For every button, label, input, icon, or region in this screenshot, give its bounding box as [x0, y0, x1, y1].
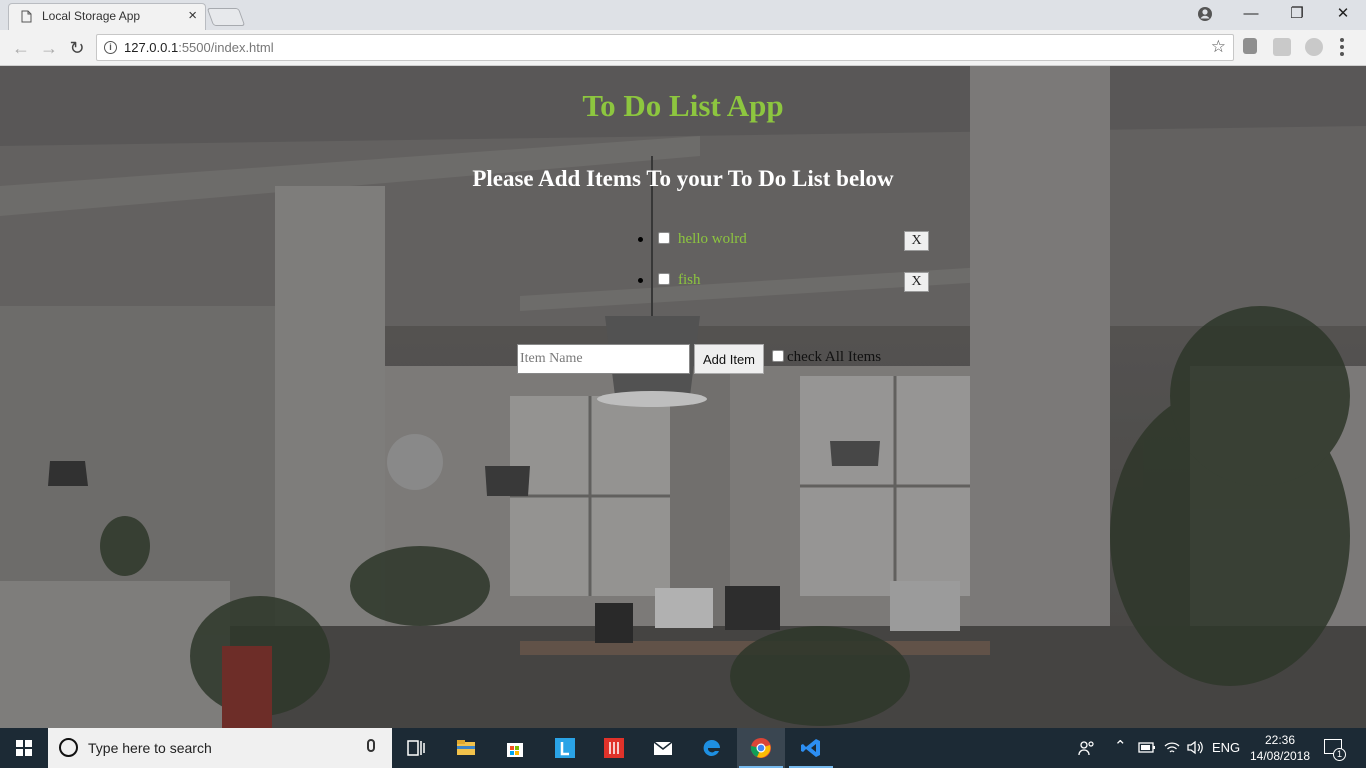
close-window-button[interactable]: ✕ [1320, 0, 1366, 30]
page-icon [21, 10, 32, 23]
taskbar-search-placeholder: Type here to search [88, 740, 212, 756]
taskbar-search-box[interactable]: Type here to search [48, 728, 392, 768]
address-bar[interactable]: i 127.0.0.1:5500/index.html ☆ [96, 34, 1234, 61]
extension-circle-icon[interactable] [1305, 38, 1323, 56]
task-view-button[interactable] [392, 728, 440, 768]
url-host: 127.0.0.1 [124, 40, 179, 55]
todo-item-label: hello wolrd [678, 231, 747, 247]
store-button[interactable] [491, 728, 539, 768]
chrome-button[interactable] [737, 728, 785, 768]
file-explorer-button[interactable] [442, 728, 490, 768]
info-icon[interactable]: i [104, 41, 117, 54]
language-indicator[interactable]: ENG [1212, 740, 1240, 755]
page-viewport: To Do List App Please Add Items To your … [0, 66, 1366, 728]
url-path: :5500/index.html [178, 40, 274, 55]
task-view-icon [407, 740, 425, 756]
mail-button[interactable] [639, 728, 687, 768]
red-bars-app-icon [604, 738, 624, 758]
volume-icon[interactable] [1186, 740, 1204, 755]
check-all-checkbox[interactable] [772, 350, 784, 362]
todo-item: fish X [634, 269, 934, 310]
browser-menu-icon[interactable] [1340, 38, 1344, 56]
chrome-icon [750, 738, 771, 758]
new-tab-button[interactable] [206, 8, 246, 26]
battery-icon[interactable] [1138, 741, 1156, 754]
l-app-icon [555, 738, 575, 758]
clock-time: 22:36 [1264, 733, 1296, 747]
windows-logo-icon [16, 740, 32, 756]
taskbar-clock[interactable]: 22:36 14/08/2018 [1245, 732, 1315, 764]
forward-icon[interactable]: → [37, 36, 61, 60]
tray-expand-icon[interactable]: ⌃ [1114, 737, 1127, 755]
notification-count-badge: 1 [1333, 748, 1346, 761]
tab-title: Local Storage App [42, 9, 141, 23]
windows-taskbar: Type here to search ⌃ ENG 22:36 14/08/20… [0, 728, 1366, 768]
edge-button[interactable] [688, 728, 736, 768]
extension-avg-icon[interactable] [1273, 38, 1291, 56]
todo-list: hello wolrd X fish X [634, 228, 934, 310]
todo-item-label: fish [678, 272, 701, 288]
edge-browser-icon [703, 739, 720, 756]
wifi-icon[interactable] [1163, 740, 1181, 755]
store-bag-icon [507, 743, 523, 757]
bookmark-star-icon[interactable]: ☆ [1211, 37, 1226, 57]
mail-envelope-icon [653, 741, 673, 755]
cortana-icon [59, 738, 78, 757]
add-item-button[interactable]: Add Item [694, 344, 764, 374]
extension-lock-icon[interactable] [1243, 38, 1257, 54]
restore-button[interactable]: ❐ [1274, 0, 1320, 30]
list-bullet [638, 278, 643, 283]
microphone-icon[interactable] [367, 739, 375, 752]
page-subtitle: Please Add Items To your To Do List belo… [472, 166, 894, 191]
list-bullet [638, 237, 643, 242]
start-button[interactable] [0, 728, 48, 768]
browser-tab[interactable]: Local Storage App × [8, 3, 206, 30]
folder-icon [457, 740, 475, 755]
vscode-icon [801, 739, 820, 757]
clock-date: 14/08/2018 [1249, 749, 1311, 763]
url-text[interactable]: 127.0.0.1:5500/index.html [124, 40, 274, 55]
back-icon[interactable]: ← [9, 36, 33, 60]
item-name-input[interactable] [517, 344, 690, 374]
browser-tabstrip: Local Storage App × — ❐ ✕ [0, 0, 1366, 30]
delete-item-button[interactable]: X [904, 272, 929, 292]
delete-item-button[interactable]: X [904, 231, 929, 251]
todo-item-checkbox[interactable] [658, 273, 670, 285]
todo-item-checkbox[interactable] [658, 232, 670, 244]
minimize-button[interactable]: — [1228, 0, 1274, 30]
browser-toolbar: ← → ↻ i 127.0.0.1:5500/index.html ☆ [0, 30, 1366, 66]
app-title: To Do List App [582, 88, 784, 123]
tab-close-icon[interactable]: × [188, 7, 197, 24]
todo-item: hello wolrd X [634, 228, 934, 269]
profile-icon[interactable] [1197, 6, 1213, 22]
check-all-label: check All Items [787, 349, 882, 365]
people-icon[interactable] [1078, 740, 1096, 756]
lightworks-app-button[interactable] [541, 728, 589, 768]
reload-icon[interactable]: ↻ [65, 36, 89, 60]
red-app-button[interactable] [590, 728, 638, 768]
vscode-button[interactable] [787, 728, 835, 768]
